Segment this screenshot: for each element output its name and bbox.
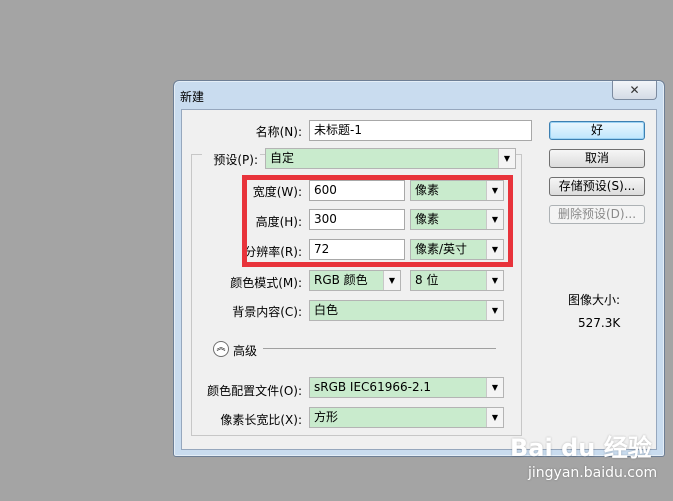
double-chevron-up-icon: ︽ bbox=[216, 343, 226, 353]
color-mode-select[interactable]: RGB 颜色 ▼ bbox=[309, 270, 401, 291]
preset-value: 自定 bbox=[270, 151, 295, 165]
highlight-box bbox=[242, 175, 513, 267]
chevron-down-icon: ▼ bbox=[486, 408, 503, 427]
color-profile-label: 颜色配置文件(O): bbox=[207, 384, 302, 398]
background-label: 背景内容(C): bbox=[232, 305, 302, 319]
background-select[interactable]: 白色 ▼ bbox=[309, 300, 504, 321]
watermark-brand: Bai du 经验 bbox=[510, 434, 652, 462]
cancel-button[interactable]: 取消 bbox=[549, 149, 645, 168]
ok-button[interactable]: 好 bbox=[549, 121, 645, 140]
background-value: 白色 bbox=[314, 303, 339, 317]
name-input[interactable]: 未标题-1 bbox=[309, 120, 532, 141]
color-profile-select[interactable]: sRGB IEC61966-2.1 ▼ bbox=[309, 377, 504, 398]
baidu-watermark: Bai du 经验 jingyan.baidu.com bbox=[510, 428, 657, 481]
advanced-divider bbox=[263, 348, 496, 349]
bit-depth-select[interactable]: 8 位 ▼ bbox=[410, 270, 504, 291]
save-preset-button[interactable]: 存储预设(S)... bbox=[549, 177, 645, 196]
preset-label: 预设(P): bbox=[202, 151, 260, 168]
pixel-aspect-value: 方形 bbox=[314, 410, 339, 424]
close-icon: ✕ bbox=[629, 83, 640, 97]
color-mode-value: RGB 颜色 bbox=[314, 273, 368, 287]
pixel-aspect-select[interactable]: 方形 ▼ bbox=[309, 407, 504, 428]
chevron-down-icon: ▼ bbox=[486, 271, 503, 290]
chevron-down-icon: ▼ bbox=[498, 149, 515, 168]
watermark-url: jingyan.baidu.com bbox=[528, 465, 658, 481]
title-bar[interactable]: 新建 ✕ bbox=[174, 81, 664, 108]
image-size-label: 图像大小: bbox=[568, 293, 621, 307]
color-mode-label: 颜色模式(M): bbox=[230, 276, 302, 290]
chevron-down-icon: ▼ bbox=[486, 378, 503, 397]
window-title: 新建 bbox=[180, 90, 205, 104]
advanced-label: 高级 bbox=[233, 344, 258, 358]
preset-select[interactable]: 自定 ▼ bbox=[265, 148, 516, 169]
image-size-value: 527.3K bbox=[578, 316, 621, 330]
name-label: 名称(N): bbox=[255, 125, 302, 139]
color-profile-value: sRGB IEC61966-2.1 bbox=[314, 380, 432, 394]
pixel-aspect-label: 像素长宽比(X): bbox=[220, 413, 302, 427]
close-button[interactable]: ✕ bbox=[612, 81, 657, 100]
bit-depth-value: 8 位 bbox=[415, 273, 439, 287]
chevron-down-icon: ▼ bbox=[383, 271, 400, 290]
chevron-down-icon: ▼ bbox=[486, 301, 503, 320]
advanced-toggle-button[interactable]: ︽ bbox=[213, 341, 229, 357]
delete-preset-button: 删除预设(D)... bbox=[549, 205, 645, 224]
